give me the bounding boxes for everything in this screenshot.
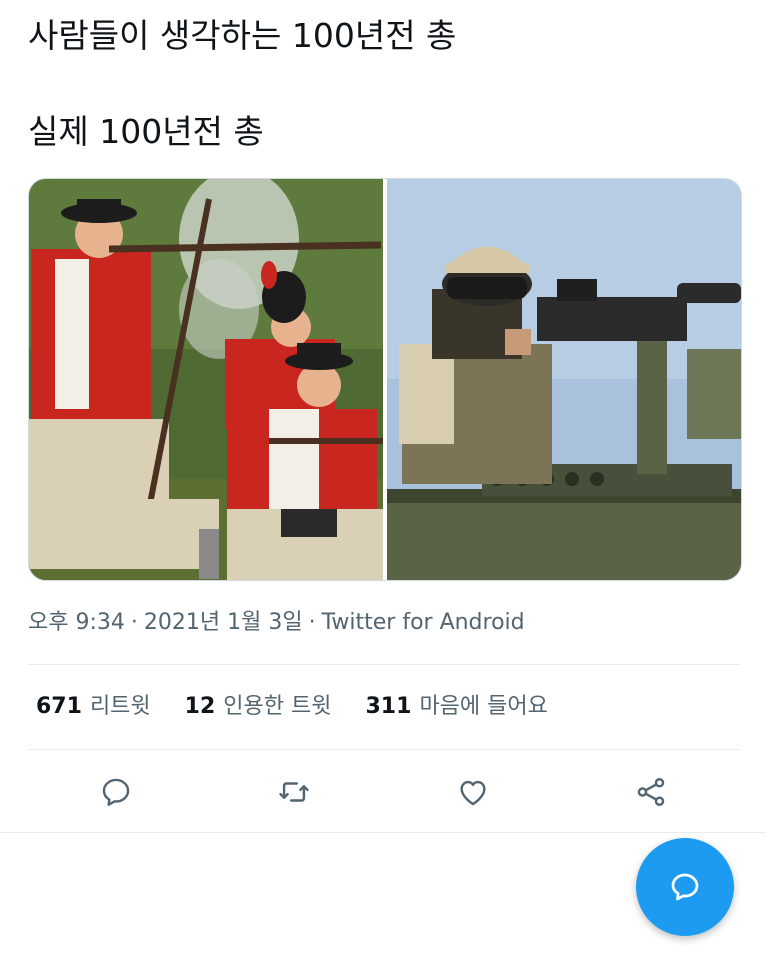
divider-top	[28, 664, 740, 665]
retweets-label: 리트윗	[89, 694, 151, 719]
likes-count: 311	[365, 694, 412, 719]
tweet-text-line-1: 사람들이 생각하는 100년전 총	[28, 16, 457, 55]
quotes-stat[interactable]: 12 인용한 트윗	[185, 688, 332, 720]
tweet-time: 오후 9:34	[28, 610, 125, 635]
quotes-count: 12	[184, 694, 216, 719]
retweets-stat[interactable]: 671 리트윗	[36, 688, 151, 720]
tweet-text-line-2: 실제 100년전 총	[28, 112, 264, 151]
redcoat-musket-photo	[29, 179, 383, 580]
share-icon	[637, 778, 665, 806]
divider-middle	[28, 749, 740, 750]
meta-separator: ·	[130, 610, 138, 635]
tweet-actions	[0, 768, 766, 816]
likes-label: 마음에 들어요	[419, 694, 548, 719]
tweet-timestamp[interactable]: 오후 9:34 · 2021년 1월 3일 · Twitter for Android	[28, 604, 525, 636]
heart-icon	[460, 780, 486, 806]
divider-bottom	[0, 832, 766, 833]
compose-reply-icon	[671, 873, 699, 901]
media-photo-right[interactable]	[387, 179, 741, 580]
machine-gun-photo	[387, 179, 741, 580]
retweets-count: 671	[36, 694, 82, 719]
retweet-icon	[279, 782, 309, 802]
reply-icon	[102, 778, 130, 806]
media-photo-left[interactable]	[29, 179, 383, 580]
like-button[interactable]	[455, 774, 491, 810]
tweet-source[interactable]: Twitter for Android	[322, 610, 525, 635]
compose-reply-button[interactable]	[636, 838, 734, 936]
share-button[interactable]	[633, 774, 669, 810]
tweet-date: 2021년 1월 3일	[143, 610, 303, 635]
retweet-button[interactable]	[276, 774, 312, 810]
likes-stat[interactable]: 311 마음에 들어요	[366, 688, 548, 720]
meta-separator: ·	[308, 610, 316, 635]
tweet-stats: 671 리트윗 12 인용한 트윗 311 마음에 들어요	[36, 688, 548, 720]
reply-button[interactable]	[98, 774, 134, 810]
quotes-label: 인용한 트윗	[223, 694, 332, 719]
tweet-text: 사람들이 생각하는 100년전 총 실제 100년전 총	[28, 12, 728, 156]
tweet-media	[28, 178, 742, 581]
